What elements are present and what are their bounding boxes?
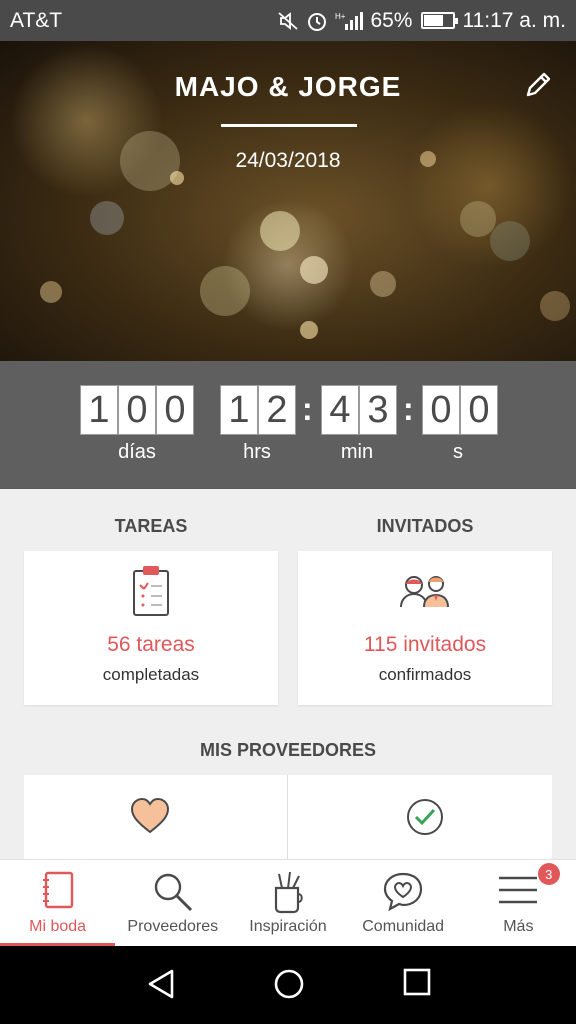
hero-banner: MAJO & JORGE 24/03/2018: [0, 41, 576, 361]
recents-icon[interactable]: [403, 968, 431, 996]
mute-icon: [278, 11, 299, 30]
guests-card[interactable]: 115 invitados confirmados: [298, 551, 552, 705]
countdown-separator: :: [403, 391, 414, 427]
guests-heading: INVITADOS: [376, 516, 474, 536]
digit: 1: [220, 385, 258, 435]
svg-text:H+: H+: [335, 12, 346, 21]
heart-icon[interactable]: [129, 797, 171, 835]
tasks-count: 56 tareas: [107, 633, 195, 656]
digit: 3: [359, 385, 397, 435]
alarm-icon: [308, 12, 327, 31]
countdown-separator: :: [302, 391, 313, 427]
digit: 0: [118, 385, 156, 435]
digit: 1: [80, 385, 118, 435]
label-seconds: s: [453, 441, 463, 463]
carrier-name: AT&T: [10, 8, 63, 32]
status-bar: AT&T H+ 65% 11:17 a. m.: [0, 0, 576, 41]
nav-comunidad[interactable]: Comunidad: [346, 860, 461, 946]
nav-proveedores[interactable]: Proveedores: [115, 860, 230, 946]
nav-label: Más: [503, 918, 534, 935]
brushes-cup-icon: [274, 871, 303, 914]
notification-badge: 3: [537, 863, 560, 885]
system-nav-bar: [0, 946, 576, 1024]
digit: 0: [460, 385, 498, 435]
countdown-days: 1 0 0: [80, 385, 194, 435]
wedding-date: 24/03/2018: [235, 149, 341, 172]
title-divider: [221, 124, 357, 127]
tasks-status: completadas: [102, 665, 200, 684]
pencil-icon[interactable]: [522, 69, 554, 101]
tasks-card[interactable]: 56 tareas completadas: [24, 551, 278, 705]
bottom-nav: Mi boda Proveedores Inspiración Comunida…: [0, 859, 576, 946]
providers-heading: MIS PROVEEDORES: [199, 740, 377, 760]
back-icon[interactable]: [146, 968, 176, 1000]
label-hours: hrs: [243, 441, 271, 463]
clipboard-icon: [133, 566, 169, 616]
nav-inspiracion[interactable]: Inspiración: [230, 860, 345, 946]
label-minutes: min: [340, 441, 374, 463]
menu-icon: [499, 876, 538, 904]
search-icon: [154, 873, 192, 912]
guests-icon: [400, 576, 449, 608]
digit: 4: [321, 385, 359, 435]
notebook-icon: [42, 871, 73, 909]
providers-card: [24, 775, 552, 859]
countdown-hours: 1 2: [220, 385, 296, 435]
battery-percent: 65%: [370, 8, 413, 32]
countdown: 1 0 0 1 2 : 4 3 : 0 0 días hrs min s: [0, 361, 576, 489]
guests-count: 115 invitados: [363, 633, 487, 656]
guests-status: confirmados: [378, 665, 472, 684]
nav-label: Comunidad: [362, 918, 445, 935]
clock: 11:17 a. m.: [462, 8, 566, 32]
countdown-seconds: 0 0: [422, 385, 498, 435]
nav-mi-boda[interactable]: Mi boda: [0, 860, 116, 946]
couple-names: MAJO & JORGE: [174, 71, 402, 102]
digit: 2: [258, 385, 296, 435]
chat-heart-icon: [384, 872, 423, 912]
tasks-heading: TAREAS: [114, 516, 188, 536]
digit: 0: [422, 385, 460, 435]
check-circle-icon[interactable]: [405, 797, 445, 837]
nav-mas[interactable]: 3 Más: [461, 860, 576, 946]
nav-label: Mi boda: [29, 918, 87, 935]
nav-label: Proveedores: [127, 918, 219, 935]
battery-icon: [421, 12, 459, 29]
countdown-minutes: 4 3: [321, 385, 397, 435]
home-icon[interactable]: [273, 968, 305, 1000]
signal-icon: H+: [335, 11, 364, 30]
digit: 0: [156, 385, 194, 435]
providers-divider: [287, 775, 288, 859]
label-days: días: [118, 441, 156, 463]
nav-label: Inspiración: [249, 918, 327, 935]
